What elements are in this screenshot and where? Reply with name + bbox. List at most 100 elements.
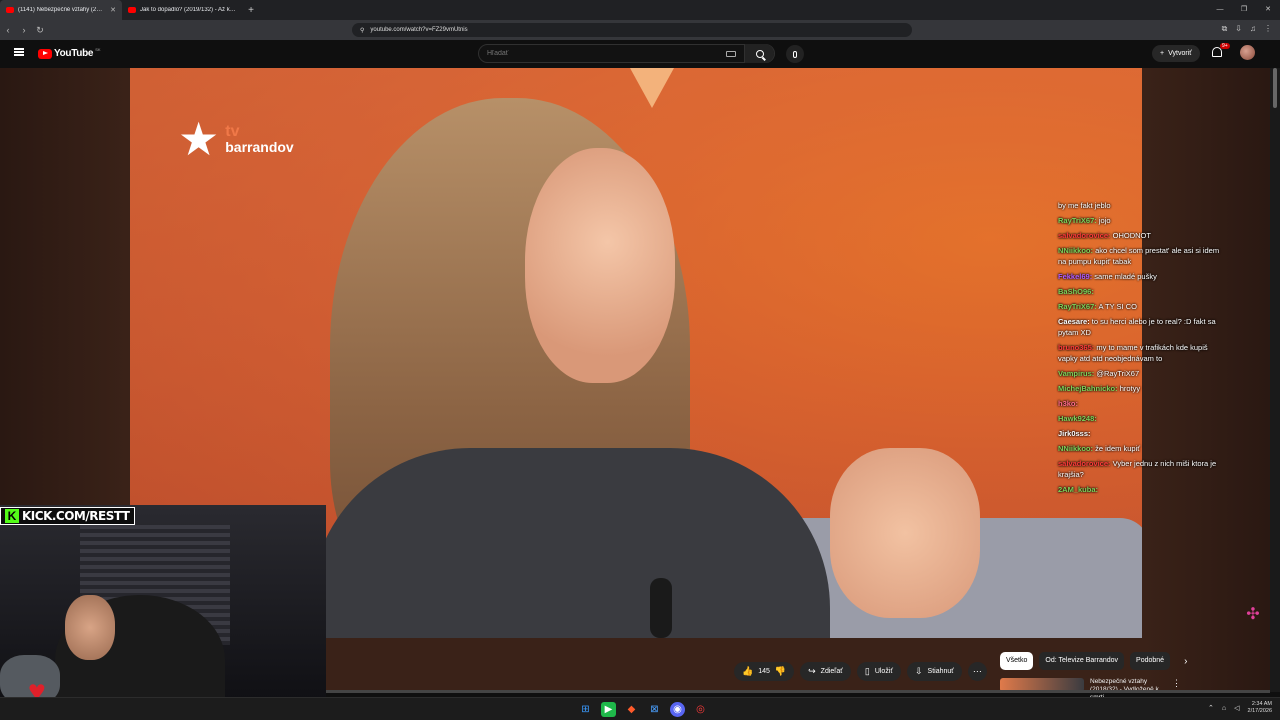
voice-search-button[interactable] — [786, 45, 804, 63]
address-bar[interactable]: ⚲ youtube.com/watch?v=FZ29vmUtnis — [352, 23, 912, 37]
tray-chevron-icon[interactable]: ⌃ — [1208, 704, 1214, 712]
channel-logo-name: barrandov — [225, 139, 294, 155]
clock-date: 2/17/2026 — [1247, 708, 1272, 714]
window-controls: — ❐ ✕ — [1208, 0, 1280, 20]
microphone-icon — [793, 50, 797, 58]
chat-username: salvadorovice: — [1058, 231, 1111, 240]
network-icon[interactable]: ⌂ — [1222, 705, 1226, 712]
youtube-logo[interactable]: YouTube SK — [38, 47, 101, 59]
chat-username: RayTriX67: — [1058, 216, 1097, 225]
download-button[interactable]: ⇩ Stiahnuť — [907, 662, 962, 681]
back-icon[interactable]: ‹ — [0, 25, 16, 35]
notification-badge: 9+ — [1220, 43, 1230, 49]
download-icon[interactable]: ⇩ — [1235, 24, 1242, 34]
search-button[interactable] — [744, 44, 774, 63]
browser-tab[interactable]: Jak to dopadlo? (2019/132) - Až kdy… — [122, 0, 244, 20]
search-input[interactable] — [479, 45, 726, 62]
chat-text: jojo — [1098, 216, 1111, 225]
system-tray: ⌃ ⌂ ◁ 2:34 AM 2/17/2026 — [1208, 701, 1272, 715]
clock-time: 2:34 AM — [1251, 701, 1272, 707]
kick-logo-icon: K — [5, 509, 19, 523]
chat-username: MichejBahnicko: — [1058, 384, 1118, 393]
region-code: SK — [95, 47, 101, 52]
chat-message: salvadorovice: Vyber jednu z nich miši k… — [1058, 458, 1228, 480]
youtube-logo-text: YouTube — [54, 48, 94, 59]
bookmark-icon: ▯ — [864, 666, 870, 676]
chat-message: RayTriX67: A TY SI CO — [1058, 301, 1228, 312]
chat-message: MichejBahnicko: hrotyy — [1058, 383, 1228, 394]
browser-tab-active[interactable]: (1141) Nebezpečné vztahy (2… ✕ — [0, 0, 122, 20]
app-green-icon[interactable]: ▶ — [601, 702, 616, 717]
filter-chip-related[interactable]: Podobné — [1130, 652, 1171, 670]
windows-start-icon[interactable]: ⊞ — [578, 702, 593, 717]
brave-browser-icon[interactable]: ◆ — [624, 702, 639, 717]
chat-username: NNiikkoo: — [1058, 444, 1094, 453]
new-tab-button[interactable]: + — [244, 5, 258, 16]
guest-body — [310, 448, 830, 638]
chat-text: by me fakt jeblo — [1058, 201, 1111, 210]
chat-username: Hawk9248: — [1058, 414, 1097, 423]
streamer-webcam: ♥ — [0, 505, 326, 700]
recording-app-icon[interactable]: ◎ — [693, 702, 708, 717]
extensions-icon[interactable]: ⧉ — [1222, 24, 1228, 34]
chevron-right-icon[interactable]: › — [1184, 656, 1187, 667]
scrollbar-thumb[interactable] — [1273, 68, 1277, 108]
site-info-icon[interactable]: ⚲ — [360, 27, 364, 34]
kick-badge: K KICK.COM/RESTT — [0, 507, 135, 525]
chat-username: Vampirus: — [1058, 369, 1095, 378]
chat-username: Caesare: — [1058, 317, 1090, 326]
url-text: youtube.com/watch?v=FZ29vmUtnis — [370, 27, 468, 33]
studio-light-shape — [630, 68, 674, 108]
download-icon: ⇩ — [915, 666, 923, 676]
close-window-button[interactable]: ✕ — [1256, 0, 1280, 20]
clock[interactable]: 2:34 AM 2/17/2026 — [1248, 701, 1272, 715]
kick-url: KICK.COM/RESTT — [22, 509, 130, 523]
video-progress-bar[interactable] — [326, 690, 1270, 693]
filter-chip-all[interactable]: Všetko — [1000, 652, 1034, 670]
page-scrollbar[interactable] — [1270, 68, 1280, 692]
chat-message: 2AM_kuba: — [1058, 484, 1228, 495]
filter-chip-channel[interactable]: Od: Televize Barrandov — [1039, 652, 1125, 670]
chat-message: RayTriX67: jojo — [1058, 215, 1228, 226]
windows-taskbar: ⊞ ▶ ◆ ⊠ ◉ ◎ ⌃ ⌂ ◁ 2:34 AM 2/17/2026 — [0, 697, 1280, 720]
chat-username: RayTriX67: — [1058, 302, 1097, 311]
plus-icon: + — [1160, 50, 1165, 57]
xbox-icon[interactable]: ⊠ — [647, 702, 662, 717]
minimize-button[interactable]: — — [1208, 0, 1232, 20]
chat-message: NNiikkoo: ako chcel som prestat' ale asi… — [1058, 245, 1228, 267]
share-button[interactable]: ↪ Zdieľať — [800, 662, 851, 681]
thumbs-down-icon[interactable]: 👎 — [775, 666, 786, 677]
discord-icon[interactable]: ◉ — [670, 702, 685, 717]
like-button[interactable]: 👍 145 👎 — [734, 662, 795, 681]
hamburger-menu-icon[interactable] — [14, 48, 24, 56]
forward-icon[interactable]: › — [16, 25, 32, 35]
stream-chat-overlay: by me fakt jeblo RayTriX67: jojo salvadoro… — [1058, 200, 1228, 499]
swirl-logo-icon: ✣ — [1246, 606, 1260, 623]
guest-face — [525, 148, 675, 383]
tab-close-icon[interactable]: ✕ — [110, 6, 116, 14]
save-button[interactable]: ▯ Uložiť — [856, 662, 901, 681]
lapel-microphone — [650, 578, 672, 638]
chat-message: by me fakt jeblo — [1058, 200, 1228, 211]
thumbs-up-icon: 👍 — [742, 666, 754, 676]
maximize-button[interactable]: ❐ — [1232, 0, 1256, 20]
chat-text: @RayTriX67 — [1096, 369, 1140, 378]
media-icon[interactable]: ♫ — [1250, 24, 1256, 34]
create-button[interactable]: + Vytvoriť — [1152, 45, 1200, 62]
account-avatar[interactable] — [1240, 45, 1255, 60]
chat-username: salvadorovice: — [1058, 459, 1111, 468]
more-actions-button[interactable]: ⋯ — [967, 662, 987, 681]
chat-message: bruno365: my to mame v trafikách kde kup… — [1058, 342, 1228, 364]
volume-icon[interactable]: ◁ — [1234, 704, 1239, 712]
chat-message: salvadorovice: OHODNOT — [1058, 230, 1228, 241]
menu-dots-icon[interactable]: ⋮ — [1264, 24, 1272, 34]
chat-username: Jirk0sss: — [1058, 429, 1091, 438]
chat-message: Jirk0sss: — [1058, 428, 1228, 439]
youtube-header: YouTube SK + Vytvoriť 9+ — [0, 40, 1280, 68]
reload-icon[interactable]: ↻ — [32, 25, 48, 36]
youtube-play-icon — [38, 48, 52, 59]
share-label: Zdieľať — [820, 668, 843, 675]
keyboard-icon[interactable] — [726, 50, 736, 57]
chat-message: NNiikkoo: že idem kupiť — [1058, 443, 1228, 454]
chat-username: bruno365: — [1058, 343, 1095, 352]
